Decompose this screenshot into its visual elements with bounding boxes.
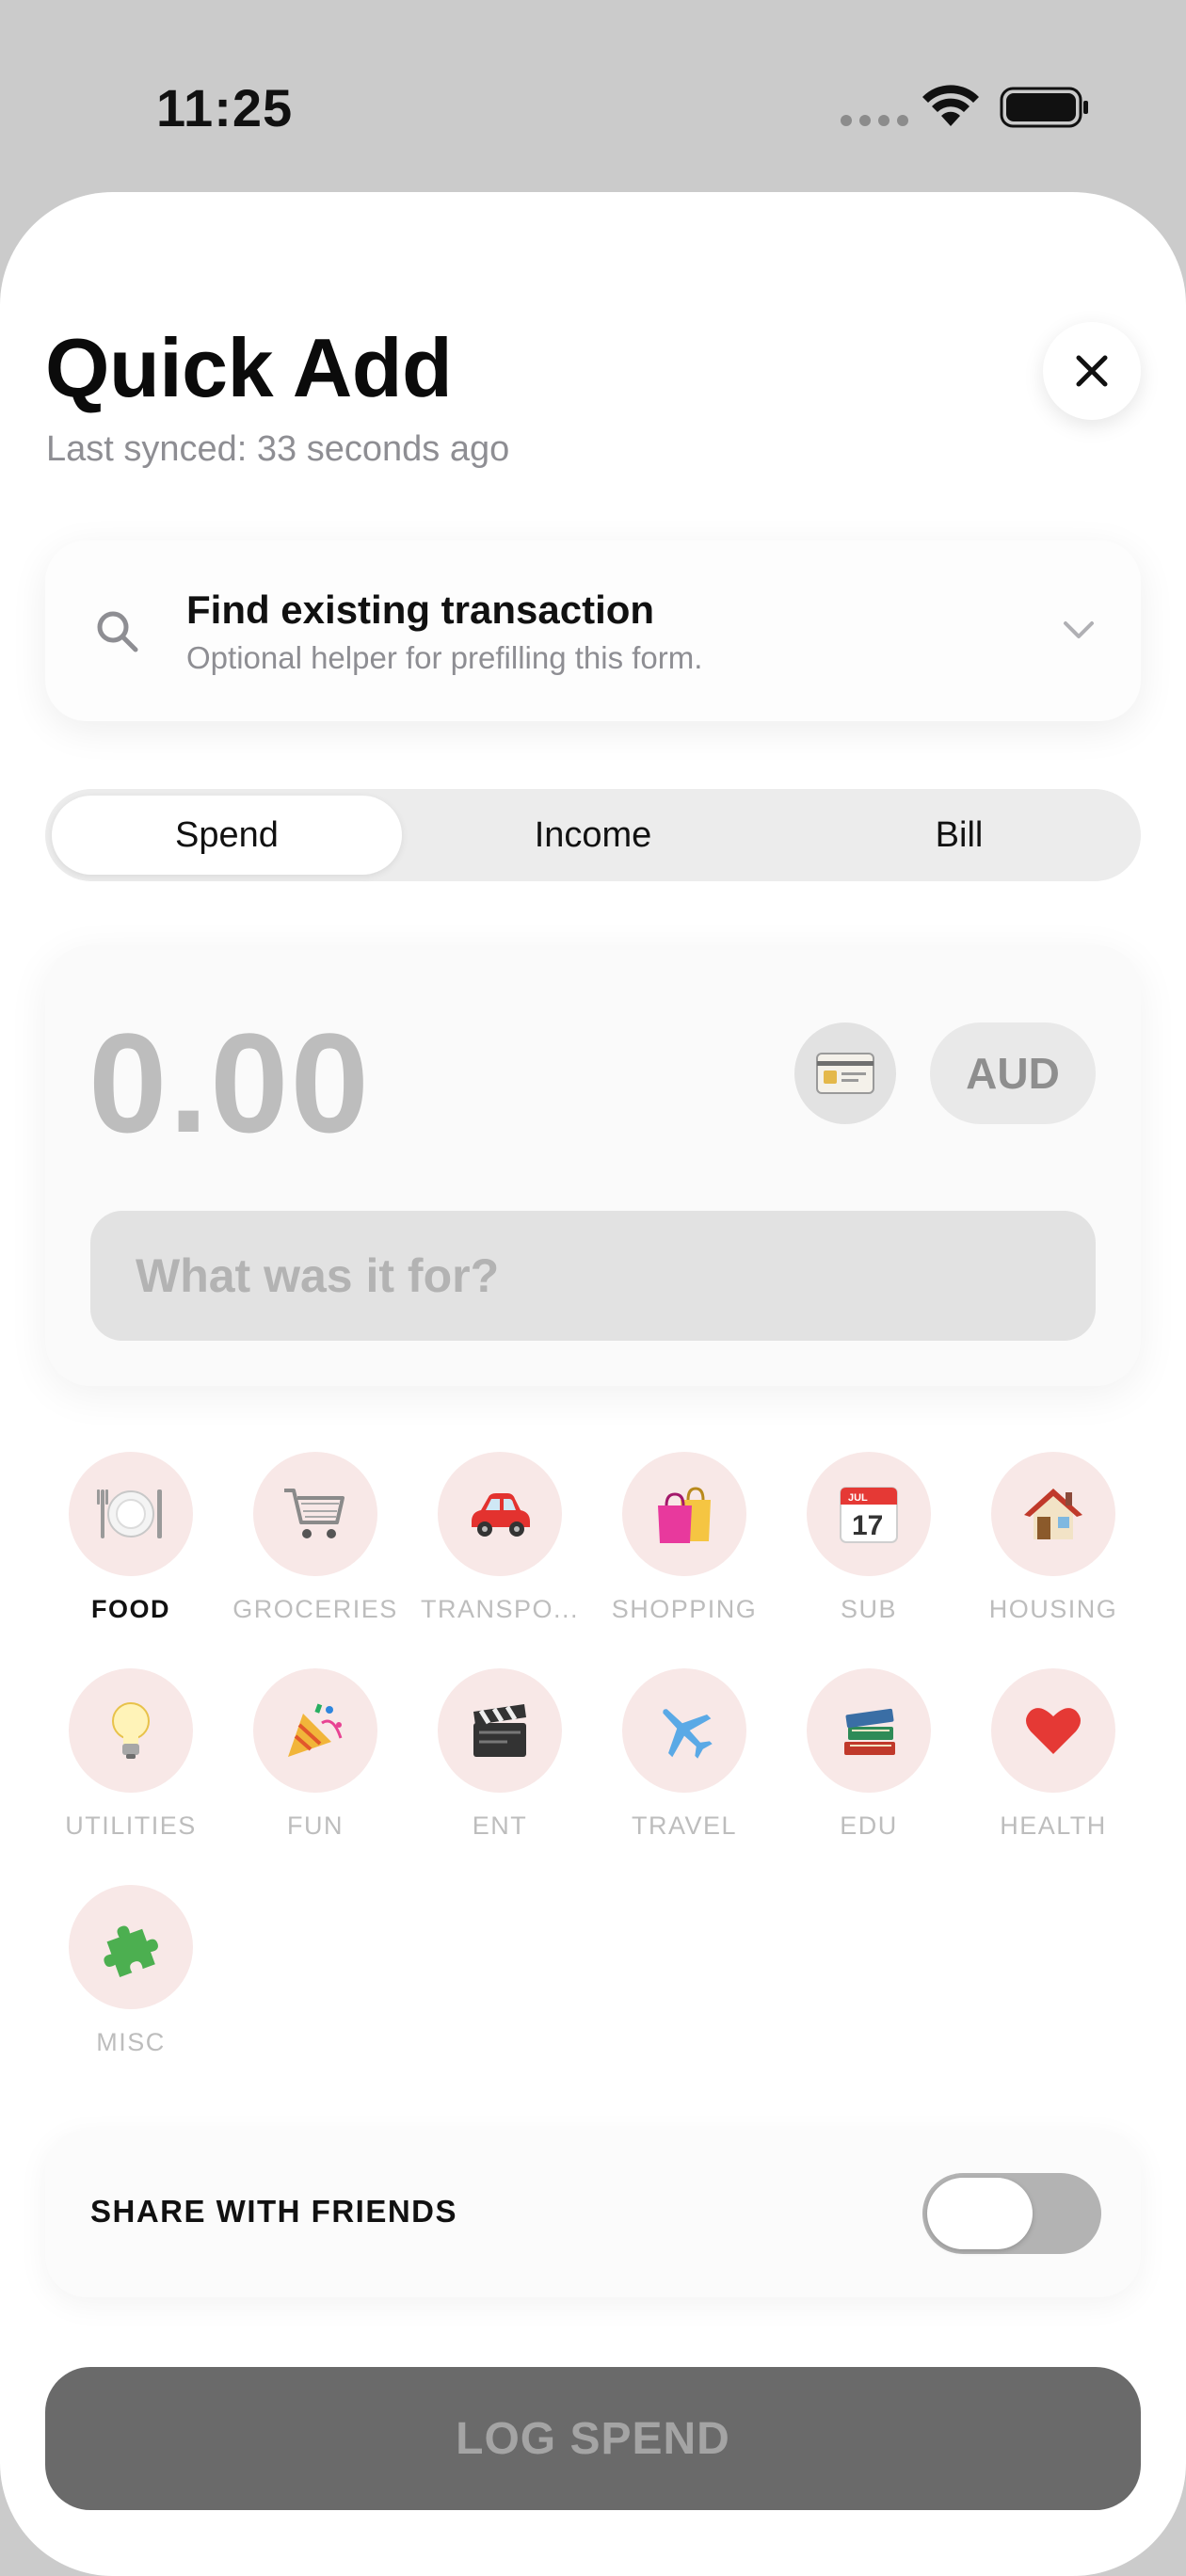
log-spend-button[interactable]: LOG SPEND <box>45 2367 1141 2510</box>
payment-method-button[interactable] <box>794 1022 896 1124</box>
party-popper-icon <box>253 1668 377 1793</box>
share-toggle[interactable] <box>922 2173 1101 2254</box>
car-icon <box>438 1452 562 1576</box>
transaction-type-tabs: Spend Income Bill <box>45 789 1141 881</box>
category-label: UTILITIES <box>65 1811 197 1840</box>
category-fun[interactable]: FUN <box>226 1668 405 1857</box>
category-label: EDU <box>840 1811 898 1840</box>
find-transaction-title: Find existing transaction <box>186 588 655 632</box>
tab-bill[interactable]: Bill <box>784 796 1134 875</box>
wifi-icon <box>922 85 979 126</box>
category-label: TRAVEL <box>631 1811 738 1840</box>
category-label: SHOPPING <box>611 1595 758 1623</box>
signal-icon <box>841 115 908 126</box>
close-button[interactable] <box>1043 322 1141 420</box>
svg-text:17: 17 <box>852 1510 883 1541</box>
amount-display[interactable]: 0.00 <box>88 1002 371 1165</box>
find-transaction-subtitle: Optional helper for prefilling this form… <box>186 640 703 675</box>
category-entertainment[interactable]: ENT <box>410 1668 589 1857</box>
house-icon <box>991 1452 1115 1576</box>
svg-text:JUL: JUL <box>848 1492 868 1504</box>
category-label: HEALTH <box>1000 1811 1107 1840</box>
category-travel[interactable]: TRAVEL <box>595 1668 774 1857</box>
toggle-knob <box>927 2178 1033 2249</box>
category-label: MISC <box>96 2028 166 2056</box>
category-label: SUB <box>840 1595 898 1623</box>
category-groceries[interactable]: GROCERIES <box>226 1452 405 1640</box>
status-bar: 11:25 <box>0 0 1186 198</box>
category-label: GROCERIES <box>232 1595 398 1623</box>
category-shopping[interactable]: SHOPPING <box>595 1452 774 1640</box>
status-time: 11:25 <box>156 78 294 137</box>
puzzle-piece-icon <box>69 1885 193 2009</box>
tab-income[interactable]: Income <box>418 796 768 875</box>
category-label: HOUSING <box>988 1595 1118 1623</box>
close-icon <box>1076 355 1108 387</box>
food-icon <box>69 1452 193 1576</box>
amount-card: 0.00 AUD <box>45 945 1141 1386</box>
tab-spend[interactable]: Spend <box>52 796 402 875</box>
category-food[interactable]: FOOD <box>41 1452 220 1640</box>
category-housing[interactable]: HOUSING <box>964 1452 1143 1640</box>
category-label: FOOD <box>91 1595 170 1623</box>
description-input[interactable] <box>90 1211 1096 1341</box>
heart-icon <box>991 1668 1115 1793</box>
category-health[interactable]: HEALTH <box>964 1668 1143 1857</box>
find-transaction-card[interactable]: Find existing transaction Optional helpe… <box>45 540 1141 721</box>
category-misc[interactable]: MISC <box>41 1885 220 2073</box>
airplane-icon <box>622 1668 746 1793</box>
books-icon <box>807 1668 931 1793</box>
currency-selector[interactable]: AUD <box>930 1022 1096 1124</box>
category-label: ENT <box>472 1811 528 1840</box>
calendar-icon: JUL 17 <box>807 1452 931 1576</box>
category-education[interactable]: EDU <box>779 1668 958 1857</box>
category-transport[interactable]: TRANSPO... <box>410 1452 589 1640</box>
search-icon <box>97 611 138 652</box>
sync-status: Last synced: 33 seconds ago <box>46 429 510 469</box>
light-bulb-icon <box>69 1668 193 1793</box>
category-label: FUN <box>287 1811 344 1840</box>
shopping-bags-icon <box>622 1452 746 1576</box>
category-utilities[interactable]: UTILITIES <box>41 1668 220 1857</box>
battery-icon <box>1000 87 1088 128</box>
share-label: SHARE WITH FRIENDS <box>90 2194 457 2229</box>
category-subscriptions[interactable]: JUL 17 SUB <box>779 1452 958 1640</box>
page-title: Quick Add <box>45 321 453 414</box>
clapper-board-icon <box>438 1668 562 1793</box>
shopping-cart-icon <box>253 1452 377 1576</box>
category-label: TRANSPO... <box>420 1595 580 1623</box>
credit-card-icon <box>816 1053 874 1094</box>
chevron-down-icon <box>1064 621 1094 638</box>
share-with-friends-row: SHARE WITH FRIENDS <box>45 2130 1141 2297</box>
